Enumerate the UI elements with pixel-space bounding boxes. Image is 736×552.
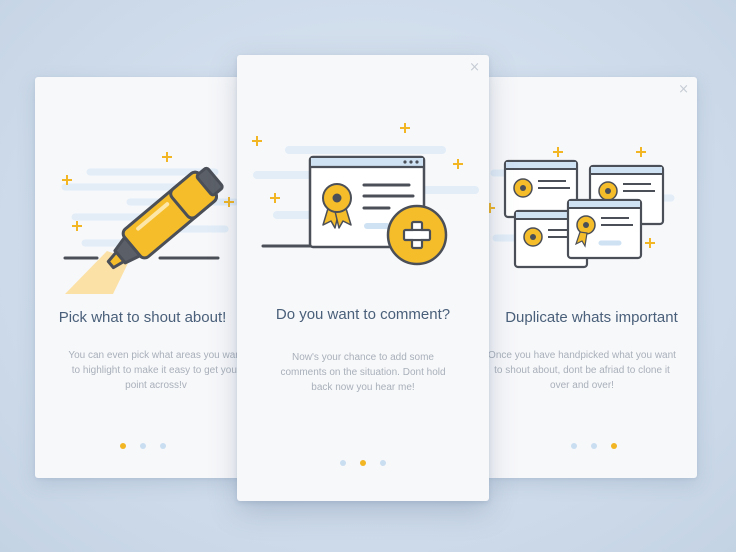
pagination-dot-2[interactable] [139, 443, 146, 449]
highlighter-icon [61, 152, 239, 294]
pagination-dot-1[interactable] [119, 443, 126, 449]
pagination-dot-3[interactable] [380, 460, 386, 466]
pagination-dot-3[interactable] [159, 443, 166, 449]
duplicate-certificates-icon [486, 147, 675, 269]
pagination-dot-1[interactable] [340, 460, 346, 466]
card-title: Duplicate whats important [505, 309, 678, 326]
close-icon[interactable]: × [469, 61, 480, 74]
pagination-dots [486, 436, 697, 454]
card-description: You can even pick what areas you want to… [68, 350, 244, 391]
onboarding-card-duplicate: × Duplicate whats important Once you hav… [486, 77, 697, 478]
pagination-dots [35, 436, 250, 454]
close-icon[interactable]: × [678, 83, 689, 96]
card-description: Now's your chance to add some comments o… [280, 352, 446, 393]
pagination-dot-2[interactable] [590, 443, 597, 449]
onboarding-card-comment: × Do you want to comment? Now's your cha… [237, 55, 489, 501]
pagination-dot-3[interactable] [610, 443, 617, 449]
card-title: Do you want to comment? [275, 306, 451, 323]
card-description: Once you have handpicked what you want t… [488, 350, 676, 391]
pagination-dots [237, 453, 489, 471]
pagination-dot-1[interactable] [570, 443, 577, 449]
pagination-dot-2[interactable] [360, 460, 366, 466]
onboarding-card-highlight: Pick what to shout about! You can even p… [35, 77, 250, 478]
certificate-window-plus-icon [252, 123, 479, 266]
card-title: Pick what to shout about! [58, 309, 227, 326]
